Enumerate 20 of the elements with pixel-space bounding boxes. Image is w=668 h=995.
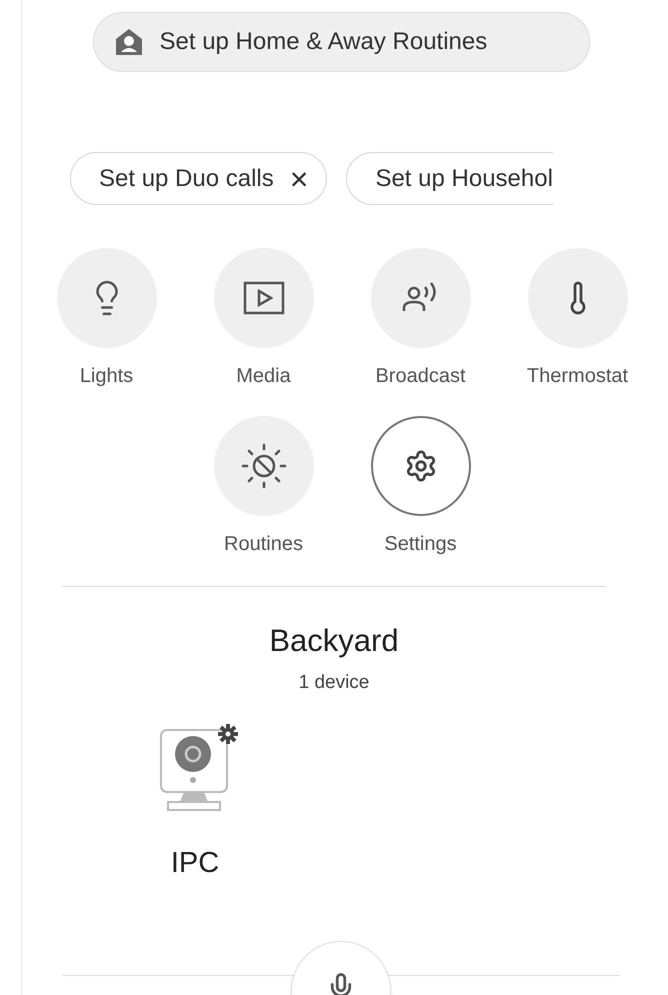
action-label: Media [236,364,291,388]
chip-label: Set up Home & Away Routines [160,27,488,57]
sun-icon [240,443,286,489]
chip-label: Set up Duo calls [99,164,274,194]
action-label: Thermostat [526,364,628,388]
action-label: Settings [384,532,457,556]
play-icon [242,281,284,315]
device-name: IPC [170,846,220,880]
action-label: Broadcast [375,364,466,388]
chip-label: Set up Househol [375,164,553,194]
action-label: Lights [80,364,134,388]
suggestion-chip[interactable]: Set up Househol [346,152,553,205]
suggestion-chip[interactable]: Set up Duo calls × [70,152,328,205]
home-person-icon [114,27,144,57]
room-title: Backyard [269,623,399,659]
close-icon[interactable]: × [290,162,308,194]
action-label: Routines [224,532,303,556]
device-tile[interactable]: IPC [150,720,240,885]
device-count: 1 device [298,671,370,695]
home-away-chip[interactable]: Set up Home & Away Routines [92,12,590,72]
